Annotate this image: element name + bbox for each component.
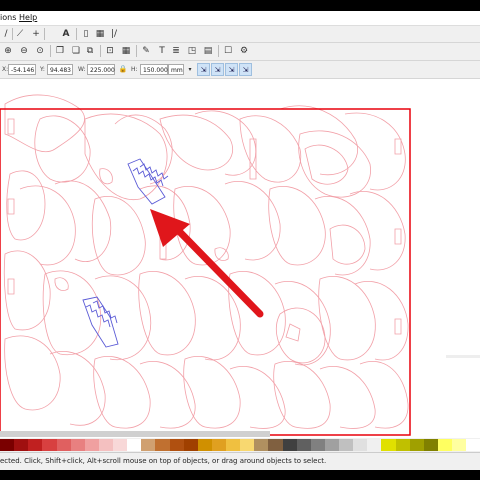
palette-swatch[interactable] <box>98 439 113 451</box>
palette-swatch[interactable] <box>113 439 128 451</box>
red-arrow <box>150 209 264 318</box>
palette-swatch[interactable] <box>28 439 43 451</box>
y-label: Y: <box>40 66 45 73</box>
palette-swatch[interactable] <box>367 439 382 451</box>
palette-swatch[interactable] <box>127 439 142 451</box>
add-node-icon[interactable]: + <box>30 28 42 40</box>
palette-swatch[interactable] <box>423 439 438 451</box>
align-icon[interactable]: ▤ <box>202 45 214 57</box>
color-palette[interactable] <box>0 439 480 451</box>
palette-swatch[interactable] <box>70 439 85 451</box>
node-icon[interactable]: ⟋ <box>14 28 26 40</box>
palette-swatch[interactable] <box>183 439 198 451</box>
y-field[interactable]: 94.483 <box>47 64 73 75</box>
move-gradients-icon[interactable]: ⇲ <box>225 63 238 76</box>
palette-swatch[interactable] <box>42 439 57 451</box>
unlink-icon[interactable]: ⧉ <box>84 45 96 57</box>
palette-swatch[interactable] <box>381 439 396 451</box>
menu-help[interactable]: Help <box>19 13 37 22</box>
document-properties-icon[interactable]: ⚙ <box>238 45 250 57</box>
menu-extensions[interactable]: ions <box>0 13 16 22</box>
layers-icon[interactable]: ≣ <box>170 45 182 57</box>
palette-swatch[interactable] <box>84 439 99 451</box>
x-field[interactable]: -54.146 <box>8 64 36 75</box>
commands-toolbar: / ⟋ + A ▯ ▦ |/ <box>0 26 480 43</box>
palette-swatch[interactable] <box>155 439 170 451</box>
preferences-icon[interactable]: ☐ <box>222 45 234 57</box>
ungroup-icon[interactable]: ▦ <box>120 45 132 57</box>
palette-swatch[interactable] <box>282 439 297 451</box>
transform-toolbar: X: -54.146 Y: 94.483 W: 225.000 🔒 H: 150… <box>0 61 480 79</box>
palette-swatch[interactable] <box>14 439 29 451</box>
scale-stroke-icon[interactable]: ⇲ <box>197 63 210 76</box>
drawing-svg <box>0 94 480 436</box>
palette-swatch[interactable] <box>226 439 241 451</box>
group-icon[interactable]: ⊡ <box>104 45 116 57</box>
lock-ratio-icon[interactable]: 🔒 <box>117 63 129 75</box>
zoom-fit-icon[interactable]: ⊙ <box>34 45 46 57</box>
scale-corners-icon[interactable]: ⇲ <box>211 63 224 76</box>
palette-swatch[interactable] <box>466 439 480 451</box>
inkscape-window: ions Help / ⟋ + A ▯ ▦ |/ ⊕ ⊖ ⊙ ❐ ❏ ⧉ ⊡ ▦… <box>0 11 480 470</box>
palette-swatch[interactable] <box>141 439 156 451</box>
unit-select[interactable]: mm <box>168 64 184 75</box>
pencil-icon[interactable]: / <box>0 28 12 40</box>
guide-icon[interactable]: |/ <box>108 28 120 40</box>
h-field[interactable]: 150.000 <box>140 64 168 75</box>
horizontal-scrollbar[interactable] <box>0 431 270 437</box>
xml-editor-icon[interactable]: ◳ <box>186 45 198 57</box>
palette-swatch[interactable] <box>0 439 15 451</box>
clone-icon[interactable]: ❏ <box>70 45 82 57</box>
palette-swatch[interactable] <box>409 439 424 451</box>
selection-bounding-box <box>0 108 411 436</box>
fill-stroke-icon[interactable]: ✎ <box>140 45 152 57</box>
palette-swatch[interactable] <box>353 439 368 451</box>
status-bar: ected. Click, Shift+click, Alt+scroll mo… <box>0 452 480 470</box>
palette-swatch[interactable] <box>268 439 283 451</box>
palette-swatch[interactable] <box>296 439 311 451</box>
palette-swatch[interactable] <box>169 439 184 451</box>
zoom-in-icon[interactable]: ⊕ <box>2 45 14 57</box>
document-icon[interactable]: ▯ <box>80 28 92 40</box>
palette-swatch[interactable] <box>197 439 212 451</box>
palette-swatch[interactable] <box>310 439 325 451</box>
duplicate-icon[interactable]: ❐ <box>54 45 66 57</box>
tools-toolbar: ⊕ ⊖ ⊙ ❐ ❏ ⧉ ⊡ ▦ ✎ T ≣ ◳ ▤ ☐ ⚙ <box>0 43 480 61</box>
h-label: H: <box>131 66 138 73</box>
palette-swatch[interactable] <box>211 439 226 451</box>
move-patterns-icon[interactable]: ⇲ <box>239 63 252 76</box>
palette-swatch[interactable] <box>339 439 354 451</box>
zoom-out-icon[interactable]: ⊖ <box>18 45 30 57</box>
text-font-icon[interactable]: T <box>156 45 168 57</box>
palette-swatch[interactable] <box>254 439 269 451</box>
text-tool-icon[interactable]: A <box>60 28 72 40</box>
w-label: W: <box>78 66 86 73</box>
drawing-canvas[interactable] <box>0 79 480 438</box>
palette-swatch[interactable] <box>437 439 452 451</box>
palette-swatch[interactable] <box>452 439 467 451</box>
grid-icon[interactable]: ▦ <box>94 28 106 40</box>
menu-bar: ions Help <box>0 11 480 26</box>
w-field[interactable]: 225.000 <box>87 64 115 75</box>
canvas-ghost-mark <box>446 355 480 358</box>
palette-swatch[interactable] <box>324 439 339 451</box>
chevron-down-icon[interactable]: ▾ <box>184 63 196 75</box>
status-message: ected. Click, Shift+click, Alt+scroll mo… <box>0 457 327 465</box>
palette-swatch[interactable] <box>240 439 255 451</box>
palette-swatch[interactable] <box>395 439 410 451</box>
palette-swatch[interactable] <box>56 439 71 451</box>
